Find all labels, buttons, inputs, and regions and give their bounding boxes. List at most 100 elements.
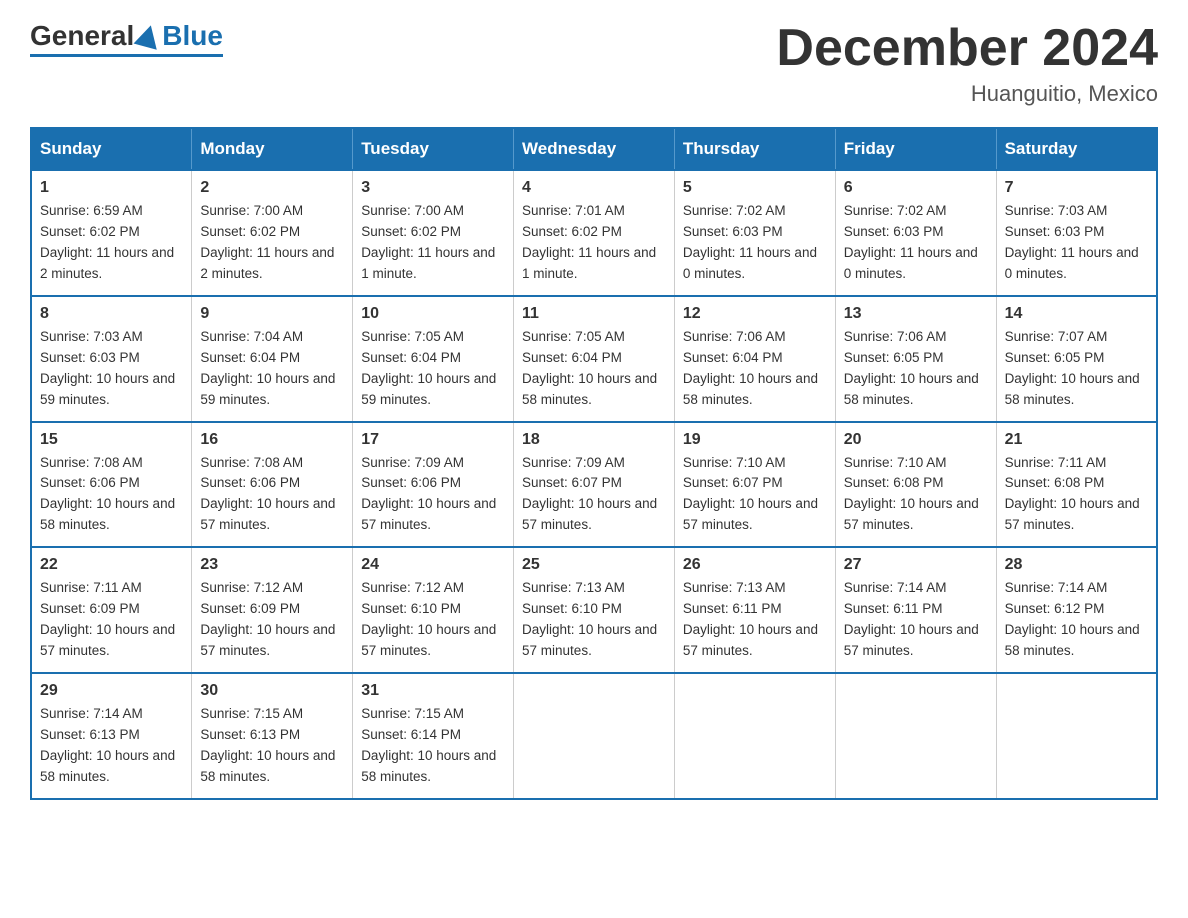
day-info: Sunrise: 7:10 AM Sunset: 6:08 PM Dayligh… — [844, 453, 988, 537]
daylight-label: Daylight: 10 hours and 57 minutes. — [361, 496, 496, 532]
day-info: Sunrise: 7:07 AM Sunset: 6:05 PM Dayligh… — [1005, 327, 1148, 411]
daylight-label: Daylight: 11 hours and 2 minutes. — [40, 245, 174, 281]
title-block: December 2024 Huanguitio, Mexico — [776, 20, 1158, 107]
sunset-label: Sunset: 6:10 PM — [361, 601, 461, 616]
sunrise-label: Sunrise: 7:12 AM — [361, 580, 464, 595]
day-info: Sunrise: 7:14 AM Sunset: 6:13 PM Dayligh… — [40, 704, 183, 788]
sunrise-label: Sunrise: 7:03 AM — [40, 329, 143, 344]
daylight-label: Daylight: 10 hours and 57 minutes. — [200, 622, 335, 658]
sunset-label: Sunset: 6:09 PM — [40, 601, 140, 616]
sunrise-label: Sunrise: 7:06 AM — [844, 329, 947, 344]
daylight-label: Daylight: 10 hours and 59 minutes. — [361, 371, 496, 407]
day-info: Sunrise: 7:00 AM Sunset: 6:02 PM Dayligh… — [361, 201, 505, 285]
day-info: Sunrise: 7:14 AM Sunset: 6:12 PM Dayligh… — [1005, 578, 1148, 662]
day-cell-13: 13 Sunrise: 7:06 AM Sunset: 6:05 PM Dayl… — [835, 296, 996, 422]
day-info: Sunrise: 6:59 AM Sunset: 6:02 PM Dayligh… — [40, 201, 183, 285]
day-number: 21 — [1005, 431, 1148, 449]
day-info: Sunrise: 7:06 AM Sunset: 6:04 PM Dayligh… — [683, 327, 827, 411]
day-info: Sunrise: 7:08 AM Sunset: 6:06 PM Dayligh… — [40, 453, 183, 537]
day-number: 22 — [40, 556, 183, 574]
day-info: Sunrise: 7:11 AM Sunset: 6:08 PM Dayligh… — [1005, 453, 1148, 537]
day-number: 4 — [522, 179, 666, 197]
sunrise-label: Sunrise: 7:09 AM — [361, 455, 464, 470]
weekday-header-row: SundayMondayTuesdayWednesdayThursdayFrid… — [31, 128, 1157, 170]
empty-cell-w4-d6 — [996, 673, 1157, 799]
day-cell-30: 30 Sunrise: 7:15 AM Sunset: 6:13 PM Dayl… — [192, 673, 353, 799]
daylight-label: Daylight: 10 hours and 57 minutes. — [683, 622, 818, 658]
calendar-table: SundayMondayTuesdayWednesdayThursdayFrid… — [30, 127, 1158, 799]
day-cell-8: 8 Sunrise: 7:03 AM Sunset: 6:03 PM Dayli… — [31, 296, 192, 422]
day-info: Sunrise: 7:05 AM Sunset: 6:04 PM Dayligh… — [361, 327, 505, 411]
daylight-label: Daylight: 11 hours and 1 minute. — [522, 245, 656, 281]
sunset-label: Sunset: 6:09 PM — [200, 601, 300, 616]
day-info: Sunrise: 7:04 AM Sunset: 6:04 PM Dayligh… — [200, 327, 344, 411]
day-number: 31 — [361, 682, 505, 700]
day-cell-19: 19 Sunrise: 7:10 AM Sunset: 6:07 PM Dayl… — [674, 422, 835, 548]
day-cell-24: 24 Sunrise: 7:12 AM Sunset: 6:10 PM Dayl… — [353, 547, 514, 673]
day-cell-10: 10 Sunrise: 7:05 AM Sunset: 6:04 PM Dayl… — [353, 296, 514, 422]
sunrise-label: Sunrise: 7:15 AM — [200, 706, 303, 721]
sunrise-label: Sunrise: 7:07 AM — [1005, 329, 1108, 344]
day-cell-16: 16 Sunrise: 7:08 AM Sunset: 6:06 PM Dayl… — [192, 422, 353, 548]
day-number: 20 — [844, 431, 988, 449]
header-tuesday: Tuesday — [353, 128, 514, 170]
day-cell-25: 25 Sunrise: 7:13 AM Sunset: 6:10 PM Dayl… — [514, 547, 675, 673]
sunset-label: Sunset: 6:08 PM — [1005, 475, 1105, 490]
sunset-label: Sunset: 6:02 PM — [522, 224, 622, 239]
day-number: 10 — [361, 305, 505, 323]
sunrise-label: Sunrise: 7:08 AM — [200, 455, 303, 470]
daylight-label: Daylight: 11 hours and 0 minutes. — [844, 245, 978, 281]
week-row-1: 1 Sunrise: 6:59 AM Sunset: 6:02 PM Dayli… — [31, 170, 1157, 296]
sunset-label: Sunset: 6:08 PM — [844, 475, 944, 490]
sunrise-label: Sunrise: 7:00 AM — [361, 203, 464, 218]
day-number: 13 — [844, 305, 988, 323]
daylight-label: Daylight: 10 hours and 58 minutes. — [844, 371, 979, 407]
daylight-label: Daylight: 11 hours and 0 minutes. — [683, 245, 817, 281]
sunrise-label: Sunrise: 6:59 AM — [40, 203, 143, 218]
logo-underline — [30, 54, 223, 57]
day-number: 14 — [1005, 305, 1148, 323]
day-number: 9 — [200, 305, 344, 323]
day-number: 11 — [522, 305, 666, 323]
sunset-label: Sunset: 6:05 PM — [844, 350, 944, 365]
sunrise-label: Sunrise: 7:13 AM — [522, 580, 625, 595]
sunrise-label: Sunrise: 7:15 AM — [361, 706, 464, 721]
sunset-label: Sunset: 6:03 PM — [844, 224, 944, 239]
day-info: Sunrise: 7:00 AM Sunset: 6:02 PM Dayligh… — [200, 201, 344, 285]
day-number: 5 — [683, 179, 827, 197]
sunrise-label: Sunrise: 7:10 AM — [844, 455, 947, 470]
day-info: Sunrise: 7:12 AM Sunset: 6:10 PM Dayligh… — [361, 578, 505, 662]
daylight-label: Daylight: 10 hours and 58 minutes. — [40, 496, 175, 532]
sunrise-label: Sunrise: 7:13 AM — [683, 580, 786, 595]
header-wednesday: Wednesday — [514, 128, 675, 170]
day-number: 28 — [1005, 556, 1148, 574]
day-info: Sunrise: 7:12 AM Sunset: 6:09 PM Dayligh… — [200, 578, 344, 662]
sunrise-label: Sunrise: 7:05 AM — [522, 329, 625, 344]
header-monday: Monday — [192, 128, 353, 170]
sunset-label: Sunset: 6:02 PM — [200, 224, 300, 239]
day-cell-6: 6 Sunrise: 7:02 AM Sunset: 6:03 PM Dayli… — [835, 170, 996, 296]
sunset-label: Sunset: 6:03 PM — [1005, 224, 1105, 239]
empty-cell-w4-d3 — [514, 673, 675, 799]
day-info: Sunrise: 7:06 AM Sunset: 6:05 PM Dayligh… — [844, 327, 988, 411]
sunset-label: Sunset: 6:07 PM — [522, 475, 622, 490]
day-cell-5: 5 Sunrise: 7:02 AM Sunset: 6:03 PM Dayli… — [674, 170, 835, 296]
day-cell-12: 12 Sunrise: 7:06 AM Sunset: 6:04 PM Dayl… — [674, 296, 835, 422]
day-info: Sunrise: 7:02 AM Sunset: 6:03 PM Dayligh… — [683, 201, 827, 285]
day-number: 27 — [844, 556, 988, 574]
day-info: Sunrise: 7:15 AM Sunset: 6:14 PM Dayligh… — [361, 704, 505, 788]
day-cell-9: 9 Sunrise: 7:04 AM Sunset: 6:04 PM Dayli… — [192, 296, 353, 422]
day-cell-28: 28 Sunrise: 7:14 AM Sunset: 6:12 PM Dayl… — [996, 547, 1157, 673]
day-number: 17 — [361, 431, 505, 449]
daylight-label: Daylight: 10 hours and 58 minutes. — [200, 748, 335, 784]
day-number: 29 — [40, 682, 183, 700]
sunset-label: Sunset: 6:07 PM — [683, 475, 783, 490]
day-number: 7 — [1005, 179, 1148, 197]
logo-general-text: General — [30, 20, 134, 52]
day-info: Sunrise: 7:13 AM Sunset: 6:10 PM Dayligh… — [522, 578, 666, 662]
header-sunday: Sunday — [31, 128, 192, 170]
day-cell-21: 21 Sunrise: 7:11 AM Sunset: 6:08 PM Dayl… — [996, 422, 1157, 548]
day-cell-27: 27 Sunrise: 7:14 AM Sunset: 6:11 PM Dayl… — [835, 547, 996, 673]
sunset-label: Sunset: 6:02 PM — [361, 224, 461, 239]
sunrise-label: Sunrise: 7:14 AM — [40, 706, 143, 721]
